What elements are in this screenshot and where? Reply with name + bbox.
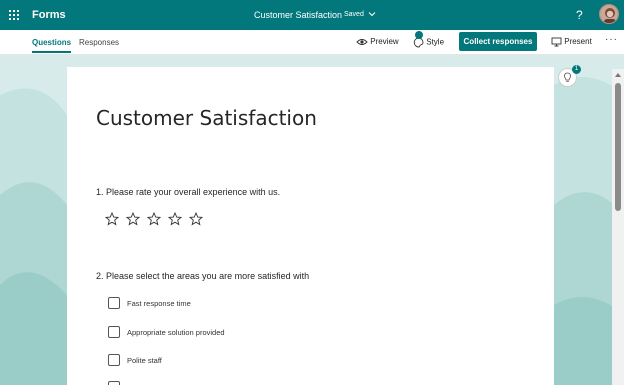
tab-responses[interactable]: Responses bbox=[79, 38, 119, 47]
style-badge bbox=[415, 31, 423, 39]
preview-button[interactable]: Preview bbox=[356, 37, 399, 47]
option-label: Fast response time bbox=[127, 299, 191, 308]
checkbox[interactable] bbox=[108, 381, 120, 385]
notification-badge: 1 bbox=[572, 65, 581, 74]
style-button[interactable]: Style bbox=[413, 31, 445, 48]
rating-stars bbox=[105, 212, 215, 228]
checkbox[interactable] bbox=[108, 354, 120, 366]
collect-responses-button[interactable]: Collect responses bbox=[459, 32, 537, 51]
present-icon bbox=[551, 37, 562, 47]
checkbox[interactable] bbox=[108, 297, 120, 309]
question-1-text[interactable]: 1. Please rate your overall experience w… bbox=[96, 187, 280, 197]
tab-questions[interactable]: Questions bbox=[32, 38, 72, 53]
document-title[interactable]: Customer Satisfaction bbox=[254, 10, 342, 20]
scroll-up-icon[interactable] bbox=[614, 71, 622, 79]
form-title[interactable]: Customer Satisfaction bbox=[96, 106, 317, 130]
form-canvas: Customer Satisfaction 1. Please rate you… bbox=[67, 67, 554, 385]
star-icon[interactable] bbox=[189, 212, 203, 226]
chevron-down-icon[interactable] bbox=[367, 9, 377, 19]
style-label: Style bbox=[426, 37, 445, 47]
app-header: Forms Customer Satisfaction Saved ? bbox=[0, 0, 624, 30]
save-status: Saved bbox=[344, 11, 364, 18]
present-button[interactable]: Present bbox=[551, 37, 592, 47]
help-icon[interactable]: ? bbox=[576, 8, 583, 22]
star-icon[interactable] bbox=[147, 212, 161, 226]
star-icon[interactable] bbox=[168, 212, 182, 226]
checkbox[interactable] bbox=[108, 326, 120, 338]
scrollbar-thumb[interactable] bbox=[615, 83, 621, 211]
present-label: Present bbox=[564, 37, 592, 47]
question-2-text[interactable]: 2. Please select the areas you are more … bbox=[96, 271, 309, 281]
command-bar: Questions Responses Preview Style Collec… bbox=[0, 30, 624, 55]
avatar[interactable] bbox=[599, 4, 619, 24]
more-options-icon[interactable]: ··· bbox=[605, 34, 618, 45]
vertical-scrollbar[interactable] bbox=[612, 69, 624, 385]
star-icon[interactable] bbox=[105, 212, 119, 226]
eye-icon bbox=[356, 39, 368, 45]
option-label: Polite staff bbox=[127, 356, 162, 365]
star-icon[interactable] bbox=[126, 212, 140, 226]
app-name[interactable]: Forms bbox=[32, 9, 66, 21]
option-label: Appropriate solution provided bbox=[127, 328, 225, 337]
preview-label: Preview bbox=[370, 37, 399, 47]
app-launcher-icon[interactable] bbox=[9, 10, 19, 20]
